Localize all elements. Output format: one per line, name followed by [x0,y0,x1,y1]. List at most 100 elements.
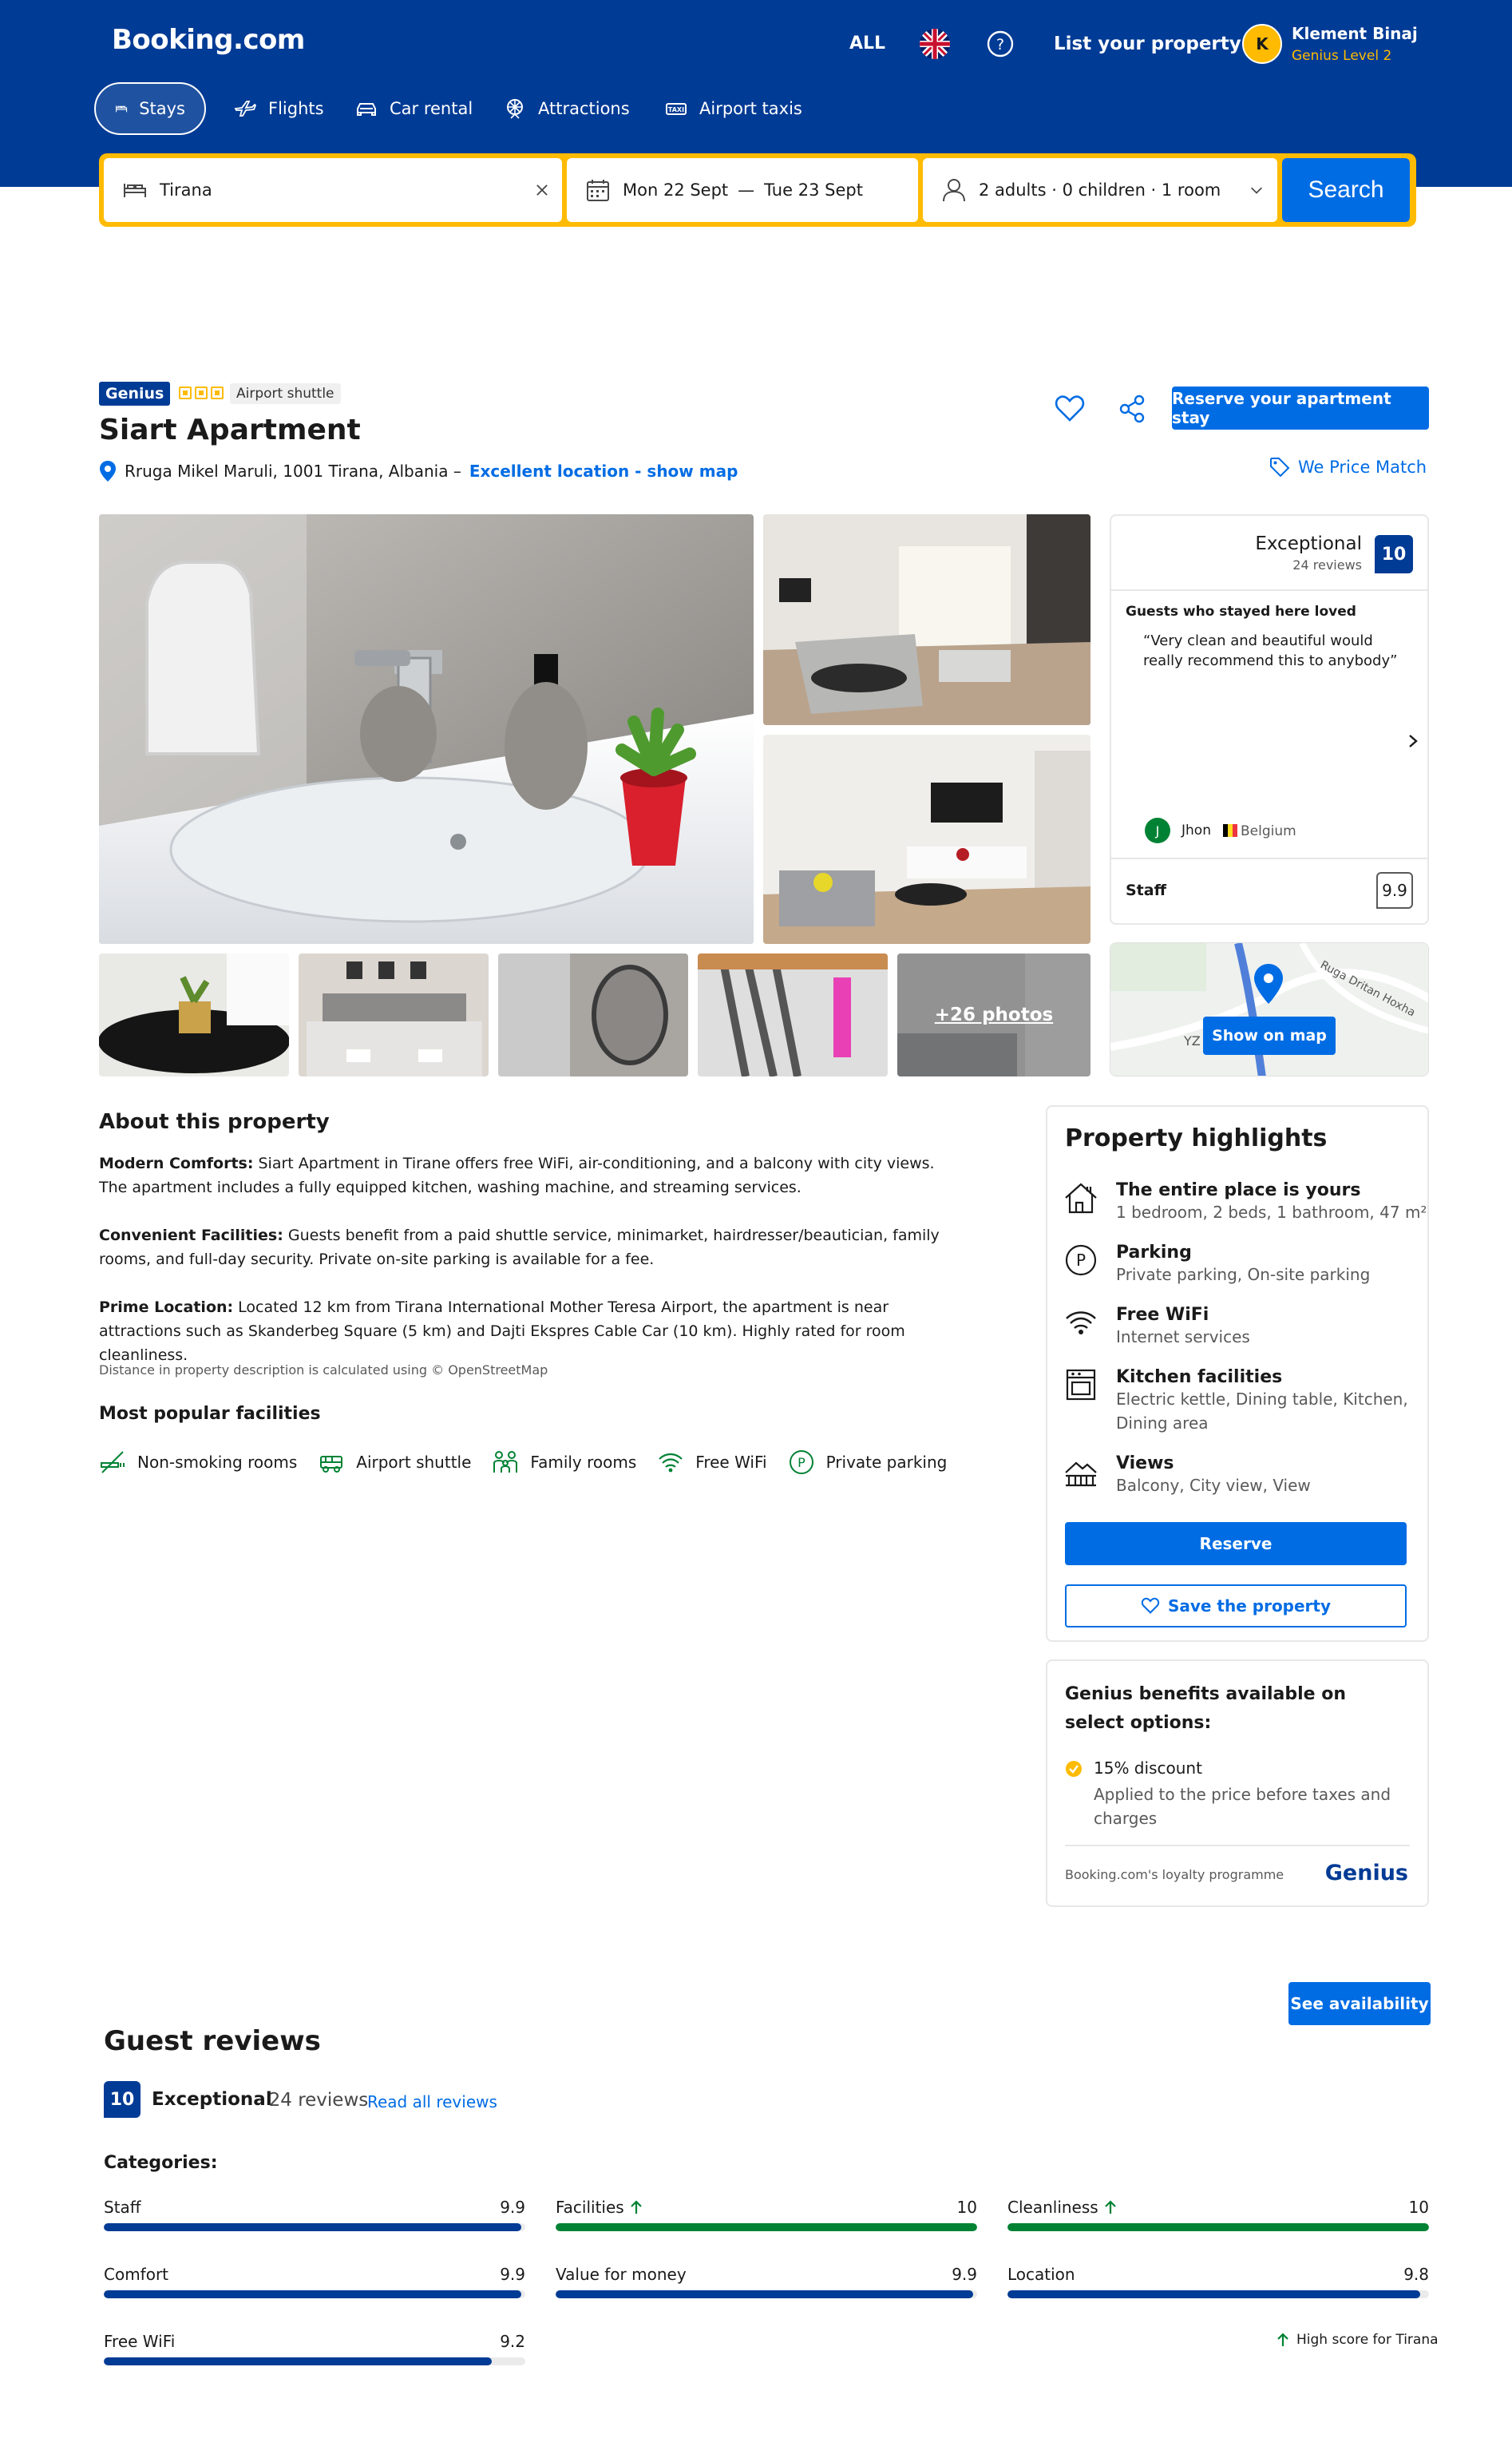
highlight-title: Free WiFi [1116,1305,1209,1325]
photo-thumb-more[interactable]: +26 photos [897,953,1090,1076]
highlight-sub: Balcony, City view, View [1116,1476,1311,1495]
highlight-entire-place: The entire place is yours 1 bedroom, 2 be… [1063,1180,1427,1224]
property-title: Siart Apartment [99,414,361,446]
high-score-note: High score for Tirana [1276,2332,1439,2348]
date-separator: — [738,180,755,200]
category-name: Facilities [556,2198,624,2217]
facility-label: Private parking [825,1453,948,1472]
tab-airport-taxis[interactable]: TAXI Airport taxis [645,82,821,135]
arrow-up-icon [630,2200,642,2214]
category-name: Location [1007,2265,1075,2284]
highlight-title: Kitchen facilities [1116,1367,1283,1387]
score-badge[interactable]: 10 [1375,535,1413,573]
share-icon[interactable] [1116,393,1148,428]
facilities-list: Non-smoking rooms Airport shuttle Family… [99,1449,947,1476]
attractions-icon [507,99,523,119]
about-paragraph-1: Modern Comforts: Siart Apartment in Tira… [99,1152,953,1199]
reviewer-country: Belgium [1241,823,1296,839]
tab-attractions[interactable]: Attractions [484,82,649,135]
category-bar [104,2290,525,2298]
shuttle-icon [320,1456,343,1473]
category-name: Cleanliness [1007,2198,1098,2217]
category-header: Facilities 10 [556,2198,977,2217]
review-category-comfort: Comfort 9.9 [104,2265,525,2298]
read-all-reviews-link[interactable]: Read all reviews [367,2092,497,2111]
more-photos-label[interactable]: +26 photos [897,953,1090,1076]
facility-label: Airport shuttle [356,1453,472,1472]
genius-heading: Genius benefits available on select opti… [1065,1684,1347,1733]
avatar[interactable]: K [1242,24,1282,64]
show-on-map-button[interactable]: Show on map [1203,1017,1336,1055]
map-area-label: YZ [1183,1033,1201,1049]
clear-icon[interactable] [532,180,552,200]
reserve-button[interactable]: Reserve [1065,1522,1407,1565]
category-bar [556,2290,977,2298]
price-match-link[interactable]: We Price Match [1269,457,1427,478]
reviewer-name: Jhon [1181,823,1211,839]
taxi-icon: TAXI [666,103,687,115]
destination-field[interactable]: Tirana [104,158,562,222]
plane-icon [234,101,257,117]
reviews-score-badge: 10 [104,2081,141,2118]
person-icon [943,179,965,202]
photo-living-room[interactable] [763,514,1090,725]
tab-stays[interactable]: Stays [94,82,206,135]
uk-flag-icon[interactable] [920,29,950,59]
category-bar [1007,2223,1429,2231]
see-availability-button[interactable]: See availability [1288,1982,1431,2025]
category-score: 10 [1408,2198,1429,2217]
address-text: Rruga Mikel Maruli, 1001 Tirana, Albania… [125,462,461,481]
review-category-value-for-money: Value for money 9.9 [556,2265,977,2298]
check-icon [1066,1761,1082,1777]
category-bar [1007,2290,1429,2298]
show-map-link[interactable]: Excellent location - show map [469,462,738,481]
highlight-title: Views [1116,1453,1174,1473]
booking-logo[interactable]: Booking.com [112,24,305,56]
review-category-staff: Staff 9.9 [104,2198,525,2231]
currency-selector[interactable]: ALL [849,34,885,54]
tab-flights[interactable]: Flights [214,82,343,135]
main-photo-bathroom-sink[interactable] [99,514,754,944]
user-name[interactable]: Klement Binaj [1292,24,1418,43]
arrow-up-icon [1277,2333,1288,2346]
loved-heading: Guests who stayed here loved [1126,604,1356,620]
facility-free-wifi: Free WiFi [657,1449,767,1476]
heart-icon[interactable] [1054,393,1086,428]
search-button[interactable]: Search [1282,158,1410,222]
category-label: Staff [104,2198,141,2217]
map-preview[interactable]: Ruga Dritan Hoxha YZ Show on map [1110,942,1429,1076]
star-icon [211,387,224,399]
rating-word: Exceptional [1255,533,1362,554]
reserve-stay-button[interactable]: Reserve your apartment stay [1172,387,1429,430]
category-label: Comfort [104,2265,168,2284]
property-address: Rruga Mikel Maruli, 1001 Tirana, Albania… [99,460,738,482]
help-icon[interactable]: ? [987,30,1014,61]
photo-thumb-bedroom[interactable] [299,953,489,1076]
reviews-count: · 24 reviews [257,2090,369,2111]
category-label: Location [1007,2265,1075,2284]
facility-label: Free WiFi [695,1453,767,1472]
parking-icon: P [1065,1244,1097,1276]
category-name: Value for money [556,2265,687,2284]
guests-field[interactable]: 2 adults · 0 children · 1 room [923,158,1277,222]
photo-thumb-bathroom-mirror[interactable] [498,953,688,1076]
chevron-right-icon[interactable] [1405,731,1421,751]
staff-label: Staff [1126,882,1166,899]
kitchen-icon [1066,1369,1096,1401]
star-icon [179,387,192,399]
photo-thumb-cutlery[interactable] [698,953,888,1076]
reviews-rating-word: Exceptional [152,2089,272,2110]
genius-benefits-card: Genius benefits available on select opti… [1046,1659,1429,1907]
tab-car-rental[interactable]: Car rental [335,82,492,135]
svg-text:TAXI: TAXI [668,106,684,113]
calendar-icon [587,180,609,201]
about-paragraph-3: Prime Location: Located 12 km from Tiran… [99,1295,953,1367]
photo-tv-lounge[interactable] [763,735,1090,944]
list-property-link[interactable]: List your property [1054,34,1241,54]
save-property-button[interactable]: Save the property [1065,1584,1407,1627]
highlight-kitchen: Kitchen facilities Electric kettle, Dinin… [1063,1367,1419,1435]
search-bar: Tirana Mon 22 Sept — Tue 23 Sept 2 adult… [99,153,1416,227]
paragraph-title: Prime Location: [99,1298,234,1316]
dates-field[interactable]: Mon 22 Sept — Tue 23 Sept [567,158,918,222]
photo-thumb-table[interactable] [99,953,289,1076]
